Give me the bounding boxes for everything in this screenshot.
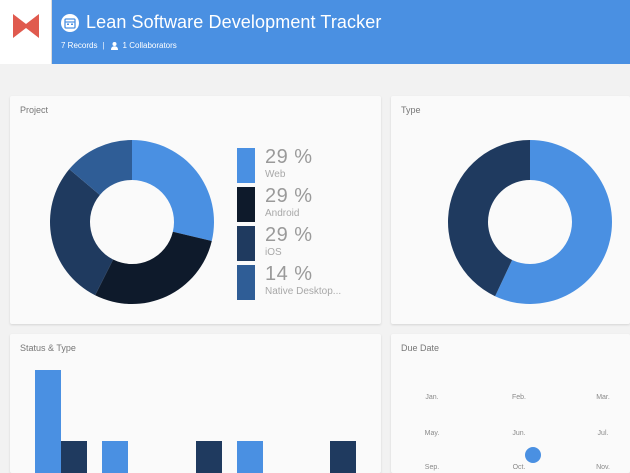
- card-title: Due Date: [401, 343, 440, 353]
- legend-swatch: [237, 187, 255, 222]
- month-label[interactable]: Mar.: [588, 394, 618, 401]
- legend-swatch: [237, 226, 255, 261]
- legend-percent: 29 %: [265, 185, 313, 207]
- month-label[interactable]: Nov.: [588, 464, 618, 471]
- project-donut-chart[interactable]: [42, 132, 222, 312]
- project-card[interactable]: Project 29 % Web 29 % Android 29 % iOS 14 % Nat…: [10, 96, 381, 324]
- status-bar-1-2[interactable]: [61, 441, 87, 473]
- status-bar-5-2[interactable]: [330, 441, 356, 473]
- status-bar-1-1[interactable]: [35, 370, 61, 473]
- due-date-point[interactable]: [525, 447, 541, 463]
- project-slice-1[interactable]: [132, 140, 214, 241]
- legend-label: Web: [265, 169, 286, 180]
- header-meta: 7 Records | 1 Collaborators: [61, 41, 177, 50]
- legend-swatch: [237, 265, 255, 300]
- legend-percent: 14 %: [265, 263, 313, 285]
- legend-percent: 29 %: [265, 224, 313, 246]
- type-card[interactable]: Type: [391, 96, 630, 324]
- legend-percent: 29 %: [265, 146, 313, 168]
- page-title: Lean Software Development Tracker: [86, 12, 382, 32]
- status-bar-3-2[interactable]: [196, 441, 222, 473]
- logo-icon: [13, 14, 39, 38]
- due-date-card[interactable]: Due Date Jan. Feb. Mar. May. Jun. Jul. Sep. Oct…: [391, 334, 630, 473]
- person-icon: [110, 41, 118, 50]
- card-title: Project: [20, 105, 49, 115]
- header-bar: Lean Software Development Tracker 7 Reco…: [0, 0, 630, 64]
- legend-label: Android: [265, 208, 300, 219]
- status-type-card[interactable]: Status & Type: [10, 334, 381, 473]
- month-label[interactable]: Jan.: [417, 394, 447, 401]
- status-bar-chart[interactable]: [10, 334, 381, 473]
- legend-swatch: [237, 148, 255, 183]
- month-label[interactable]: Oct.: [504, 464, 534, 471]
- card-title: Type: [401, 105, 421, 115]
- logo[interactable]: [0, 0, 52, 64]
- month-label[interactable]: May.: [417, 430, 447, 437]
- month-label[interactable]: Feb.: [504, 394, 534, 401]
- month-label[interactable]: Jul.: [588, 430, 618, 437]
- calendar-icon: [61, 14, 79, 32]
- type-donut-chart[interactable]: [440, 132, 620, 312]
- records-count[interactable]: 7 Records: [61, 41, 97, 50]
- month-label[interactable]: Sep.: [417, 464, 447, 471]
- collaborators-count[interactable]: 1 Collaborators: [123, 41, 177, 50]
- due-date-chart: [525, 447, 541, 463]
- legend-label: Native Desktop...: [265, 286, 342, 297]
- status-bar-4-1[interactable]: [237, 441, 263, 473]
- status-bar-2-1[interactable]: [102, 441, 128, 473]
- legend-label: iOS: [265, 247, 282, 258]
- meta-separator: |: [102, 41, 105, 50]
- project-slice-2[interactable]: [95, 231, 212, 304]
- month-label[interactable]: Jun.: [504, 430, 534, 437]
